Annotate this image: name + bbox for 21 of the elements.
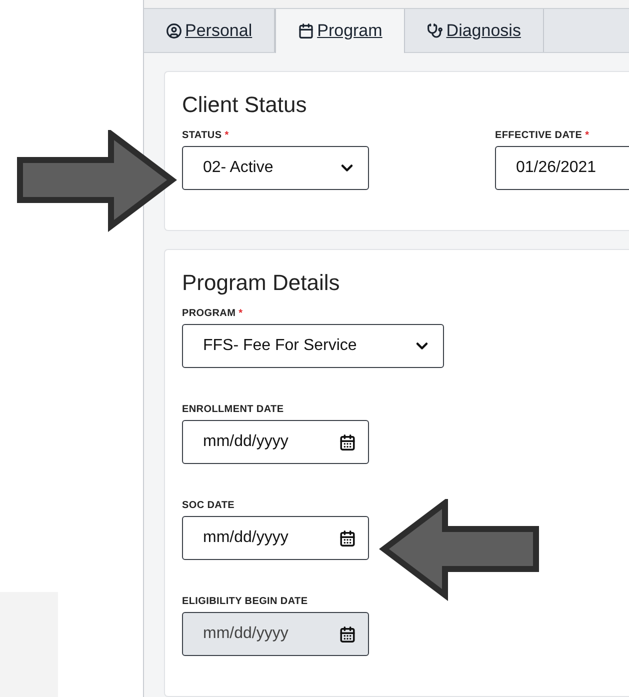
stethoscope-icon [427, 22, 444, 39]
date-field[interactable]: 01/26/2021 [495, 146, 629, 190]
calendar-icon [339, 626, 356, 642]
field-label: STATUS * [182, 130, 230, 141]
tab[interactable]: Diagnosis [405, 9, 544, 52]
field-label: EFFECTIVE DATE * [495, 130, 590, 141]
calendar-icon [339, 434, 356, 450]
field-label: ENROLLMENT DATE [182, 404, 285, 415]
date-field[interactable]: mm/dd/yyyy [182, 420, 369, 464]
field-label: PROGRAM * [182, 308, 244, 319]
user-icon [166, 22, 182, 39]
tab[interactable]: Program [275, 9, 406, 53]
select-field[interactable]: 02- Active [182, 146, 369, 190]
card-title: Client Status [182, 92, 308, 118]
select-field[interactable]: FFS- Fee For Service [182, 324, 444, 368]
date-field[interactable]: mm/dd/yyyy [182, 516, 369, 560]
card-title: Program Details [182, 270, 341, 296]
field-label: ELIGIBILITY BEGIN DATE [182, 596, 309, 607]
field-label: SOC DATE [182, 500, 236, 511]
calendar-icon [298, 23, 314, 40]
calendar-icon [339, 530, 356, 546]
